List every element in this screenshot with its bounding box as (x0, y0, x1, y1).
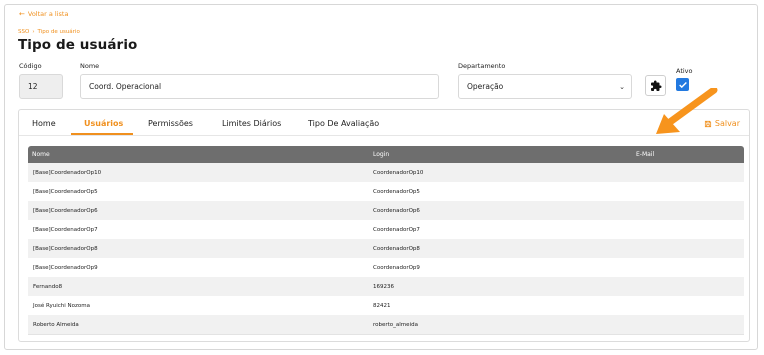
table-row[interactable]: José Ryuichi Nozoma 82421 (28, 296, 744, 315)
departamento-select[interactable]: Operação ⌄ (458, 74, 632, 99)
cell-nome: [Base]CoordenadorOp10 (33, 169, 102, 176)
tab-home[interactable]: Home (32, 119, 56, 128)
cell-login: CoordenadorOp8 (373, 245, 420, 252)
nome-input[interactable]: Coord. Operacional (80, 74, 439, 99)
back-link-label: Voltar a lista (27, 10, 69, 18)
codigo-field: 12 (19, 74, 63, 99)
table-row[interactable]: [Base]CoordenadorOp9 CoordenadorOp9 (28, 258, 744, 277)
cell-login: 82421 (373, 302, 391, 309)
nome-value: Coord. Operacional (89, 82, 162, 91)
tab-usuarios[interactable]: Usuários (84, 119, 123, 128)
breadcrumb-separator-icon: › (32, 29, 35, 35)
cell-nome: Roberto Almeida (33, 321, 79, 328)
cell-login: CoordenadorOp10 (373, 169, 424, 176)
cell-nome: [Base]CoordenadorOp5 (33, 188, 98, 195)
table-row[interactable]: [Base]CoordenadorOp7 CoordenadorOp7 (28, 220, 744, 239)
table-row[interactable]: [Base]CoordenadorOp10 CoordenadorOp10 (28, 163, 744, 182)
puzzle-icon (650, 80, 661, 91)
breadcrumb: SSO › Tipo de usuário (18, 29, 80, 35)
back-to-list-link[interactable]: ← Voltar a lista (19, 10, 68, 18)
cell-nome: Fernando8 (33, 283, 63, 290)
cell-nome: [Base]CoordenadorOp7 (33, 226, 98, 233)
cell-login: CoordenadorOp6 (373, 207, 420, 214)
cell-login: CoordenadorOp5 (373, 188, 420, 195)
page-title: Tipo de usuário (18, 37, 138, 53)
cell-nome: [Base]CoordenadorOp6 (33, 207, 98, 214)
tabs-card: Home Usuários Permissões Limites Diários… (18, 109, 750, 342)
table-header: Nome Login E-Mail (28, 146, 744, 163)
save-button[interactable]: Salvar (704, 119, 740, 128)
users-table: Nome Login E-Mail [Base]CoordenadorOp10 … (28, 146, 744, 335)
table-row[interactable]: [Base]CoordenadorOp6 CoordenadorOp6 (28, 201, 744, 220)
cell-nome: [Base]CoordenadorOp9 (33, 264, 98, 271)
active-tab-indicator (71, 133, 133, 135)
breadcrumb-item-current: Tipo de usuário (37, 29, 80, 35)
table-row[interactable]: [Base]CoordenadorOp5 CoordenadorOp5 (28, 182, 744, 201)
codigo-value: 12 (28, 82, 38, 91)
cell-login: roberto_almeida (373, 321, 418, 328)
tab-tipo-de-avaliacao[interactable]: Tipo De Avaliação (308, 119, 379, 128)
nome-label: Nome (80, 62, 100, 70)
column-header-email[interactable]: E-Mail (636, 151, 654, 158)
cell-login: CoordenadorOp9 (373, 264, 420, 271)
departamento-value: Operação (467, 82, 504, 91)
chevron-down-icon: ⌄ (619, 82, 625, 91)
table-row[interactable]: [Base]CoordenadorOp8 CoordenadorOp8 (28, 239, 744, 258)
check-icon (678, 81, 687, 88)
save-label: Salvar (714, 119, 740, 128)
cell-login: 169236 (373, 283, 394, 290)
breadcrumb-item-sso[interactable]: SSO (18, 29, 29, 35)
cell-nome: José Ryuichi Nozoma (33, 302, 91, 309)
save-icon (704, 120, 711, 127)
tab-permissoes[interactable]: Permissões (148, 119, 193, 128)
tab-bar: Home Usuários Permissões Limites Diários… (19, 110, 749, 136)
tab-limites-diarios[interactable]: Limites Diários (222, 119, 281, 128)
arrow-left-icon: ← (19, 10, 25, 18)
table-body: [Base]CoordenadorOp10 CoordenadorOp10 [B… (28, 163, 744, 335)
cell-nome: [Base]CoordenadorOp8 (33, 245, 98, 252)
departamento-label: Departamento (458, 62, 506, 70)
table-row[interactable]: Fernando8 169236 (28, 277, 744, 296)
column-header-nome[interactable]: Nome (32, 151, 50, 158)
ativo-checkbox[interactable] (676, 78, 689, 91)
cell-login: CoordenadorOp7 (373, 226, 420, 233)
column-header-login[interactable]: Login (373, 151, 389, 158)
codigo-label: Código (19, 62, 42, 70)
puzzle-button[interactable] (645, 75, 666, 96)
table-row[interactable]: Roberto Almeida roberto_almeida (28, 315, 744, 334)
ativo-label: Ativo (676, 67, 693, 75)
